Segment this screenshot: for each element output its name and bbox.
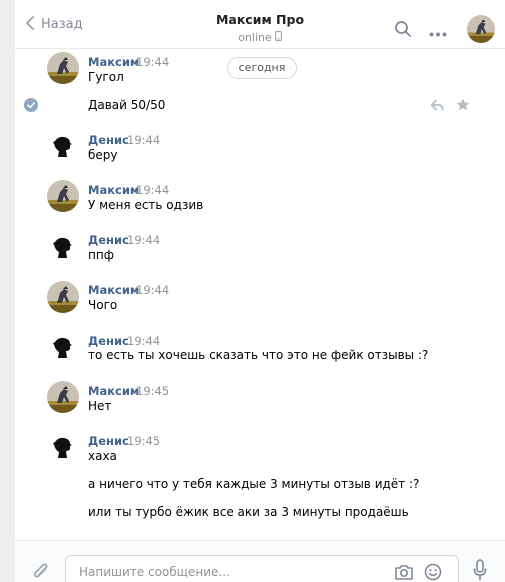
message-text: Чого bbox=[88, 298, 118, 312]
camera-button[interactable] bbox=[394, 563, 414, 582]
smile-icon bbox=[424, 563, 442, 582]
message-time[interactable]: 19:45 bbox=[127, 434, 160, 448]
emoji-button[interactable] bbox=[424, 563, 442, 582]
message-time[interactable]: 19:44 bbox=[127, 233, 160, 247]
message-time[interactable]: 19:44 bbox=[127, 334, 160, 348]
camera-icon bbox=[394, 565, 414, 582]
message-text: Давай 50/50 bbox=[88, 98, 166, 112]
author-name[interactable]: Максим bbox=[88, 283, 139, 297]
reply-icon bbox=[430, 99, 444, 114]
author-name[interactable]: Максим bbox=[88, 55, 139, 69]
message-text: или ты турбо ёжик все аки за 3 минуты пр… bbox=[88, 505, 409, 519]
message-time[interactable]: 19:44 bbox=[127, 133, 160, 147]
check-icon bbox=[24, 101, 38, 115]
author-name[interactable]: Максим bbox=[88, 183, 139, 197]
favorite-button[interactable] bbox=[456, 98, 470, 114]
author-name[interactable]: Денис bbox=[88, 133, 129, 147]
avatar[interactable] bbox=[47, 331, 79, 363]
message-text: хаха bbox=[88, 449, 117, 463]
status-text: online bbox=[238, 31, 272, 44]
contact-avatar[interactable] bbox=[467, 15, 495, 43]
message-input-box[interactable] bbox=[65, 555, 459, 582]
message-composer bbox=[15, 540, 505, 582]
microphone-icon bbox=[473, 559, 487, 582]
author-name[interactable]: Максим bbox=[88, 384, 139, 398]
chat-title[interactable]: Максим Про bbox=[185, 12, 335, 27]
avatar[interactable] bbox=[47, 130, 79, 162]
avatar[interactable] bbox=[47, 281, 79, 313]
message-text: а ничего что у тебя каждые 3 минуты отзы… bbox=[88, 477, 420, 491]
avatar[interactable] bbox=[47, 180, 79, 212]
more-button[interactable] bbox=[429, 26, 447, 40]
avatar[interactable] bbox=[47, 381, 79, 413]
author-name[interactable]: Денис bbox=[88, 233, 129, 247]
read-status bbox=[24, 98, 38, 112]
message-text: беру bbox=[88, 148, 118, 162]
message-text: Нет bbox=[88, 399, 112, 413]
online-status: online bbox=[185, 31, 335, 44]
message-input[interactable] bbox=[77, 562, 381, 582]
message-time[interactable]: 19:44 bbox=[136, 55, 169, 69]
reply-button[interactable] bbox=[430, 99, 444, 114]
back-button[interactable]: Назад bbox=[25, 14, 83, 34]
author-name[interactable]: Денис bbox=[88, 434, 129, 448]
avatar[interactable] bbox=[47, 52, 79, 84]
chat-panel: Назад Максим Про online сегодня Максим 1 bbox=[15, 0, 505, 582]
message-time[interactable]: 19:45 bbox=[136, 384, 169, 398]
message-time[interactable]: 19:44 bbox=[136, 183, 169, 197]
message-time[interactable]: 19:44 bbox=[136, 283, 169, 297]
phone-icon bbox=[274, 31, 282, 44]
star-icon bbox=[456, 98, 470, 114]
date-divider: сегодня bbox=[227, 57, 297, 79]
message-text: У меня есть одзив bbox=[88, 198, 204, 212]
chat-header: Назад Максим Про online bbox=[15, 0, 505, 49]
more-dots-icon bbox=[429, 26, 447, 40]
author-name[interactable]: Денис bbox=[88, 334, 129, 348]
message-text: Гугол bbox=[88, 70, 124, 84]
voice-button[interactable] bbox=[473, 559, 487, 582]
message-text: то есть ты хочешь сказать что это не фей… bbox=[88, 348, 429, 362]
attach-button[interactable] bbox=[33, 561, 49, 582]
avatar[interactable] bbox=[47, 431, 79, 463]
back-label: Назад bbox=[41, 16, 83, 32]
chevron-left-icon bbox=[25, 15, 35, 34]
message-text: ппф bbox=[88, 248, 114, 262]
search-button[interactable] bbox=[394, 20, 412, 41]
paperclip-icon bbox=[33, 563, 49, 582]
search-icon bbox=[394, 21, 412, 41]
avatar[interactable] bbox=[47, 231, 79, 263]
